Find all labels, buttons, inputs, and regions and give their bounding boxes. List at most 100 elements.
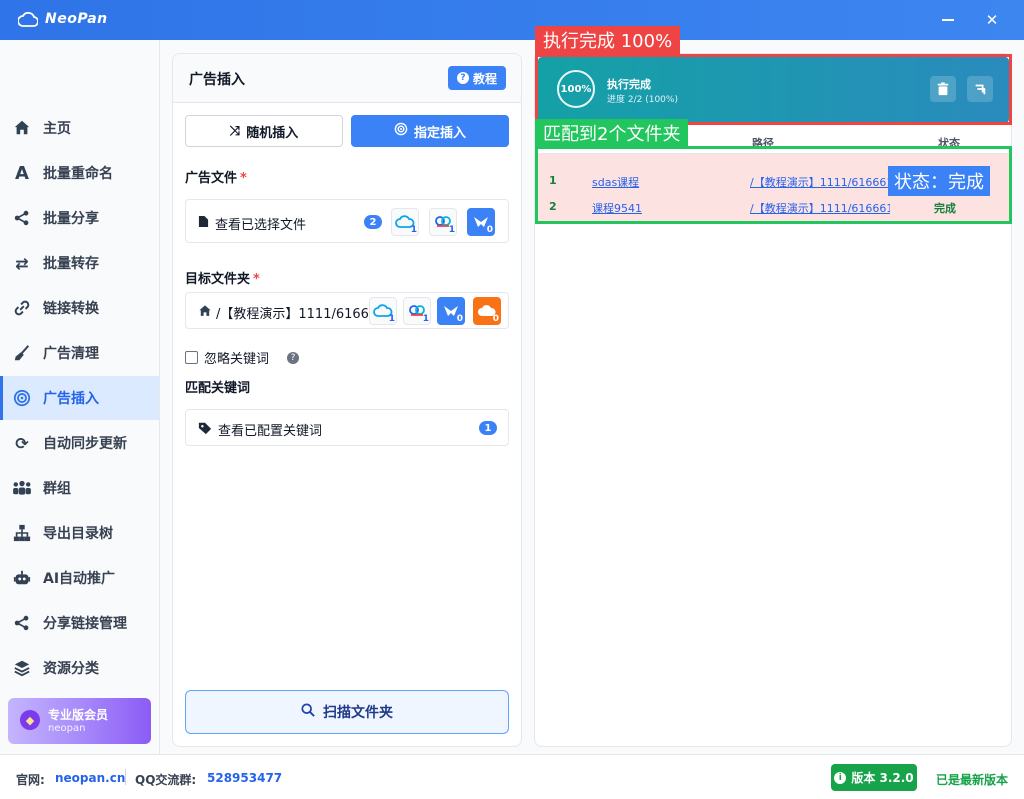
baidu-drive-button[interactable]: 1 bbox=[429, 208, 457, 236]
reset-button[interactable] bbox=[967, 76, 993, 102]
file-icon bbox=[198, 215, 209, 232]
folder-path-link[interactable]: /【教程演示】1111/616661a/sdas课程 bbox=[750, 174, 890, 190]
tutorial-button[interactable]: ? 教程 bbox=[448, 66, 506, 90]
minimize-button[interactable] bbox=[937, 9, 959, 31]
tree-icon bbox=[12, 523, 32, 543]
search-icon bbox=[301, 703, 315, 721]
version-label: 版本 3.2.0 bbox=[851, 771, 914, 785]
sidebar-item-label: 分享链接管理 bbox=[43, 616, 127, 632]
rotate-icon bbox=[975, 84, 986, 95]
tag-icon bbox=[198, 421, 212, 439]
ignore-keywords-checkbox[interactable] bbox=[185, 351, 198, 364]
sidebar-item-ad-clean[interactable]: 广告清理 bbox=[0, 331, 159, 375]
cloud-drive-button[interactable]: 1 bbox=[369, 297, 397, 325]
sidebar-item-share-manage[interactable]: 分享链接管理 bbox=[0, 601, 159, 645]
selected-count-badge: 2 bbox=[364, 215, 382, 229]
tutorial-label: 教程 bbox=[472, 71, 497, 86]
blue-drive-button[interactable]: 0 bbox=[467, 208, 495, 236]
keywords-count-badge: 1 bbox=[479, 421, 497, 435]
match-keywords-label: 匹配关键词 bbox=[185, 381, 251, 396]
shuffle-icon: ⤨ bbox=[229, 123, 241, 139]
website-link[interactable]: neopan.cn bbox=[55, 771, 125, 785]
sidebar-item-label: 自动同步更新 bbox=[43, 436, 127, 452]
broom-icon bbox=[12, 343, 32, 363]
sidebar-item-ad-insert[interactable]: 广告插入 bbox=[0, 376, 159, 420]
view-keywords-label: 查看已配置关键词 bbox=[218, 424, 323, 439]
progress-title: 执行完成 bbox=[607, 78, 651, 91]
robot-icon bbox=[12, 568, 32, 588]
progress-ring: 100% bbox=[557, 70, 595, 108]
match-keywords-selector[interactable]: 查看已配置关键词 1 bbox=[185, 409, 509, 446]
sidebar-item-ai-promo[interactable]: AI自动推广 bbox=[0, 556, 159, 600]
qq-group-number[interactable]: 528953477 bbox=[207, 771, 282, 785]
sidebar-item-resource-category[interactable]: 资源分类 bbox=[0, 646, 159, 690]
latest-version-text: 已是最新版本 bbox=[936, 773, 1009, 787]
help-icon[interactable]: ? bbox=[287, 351, 300, 364]
ad-file-section-label: 广告文件 * bbox=[185, 167, 247, 186]
link-icon bbox=[12, 298, 32, 318]
sidebar-item-home[interactable]: 主页 bbox=[0, 106, 159, 150]
random-insert-button[interactable]: ⤨ 随机插入 bbox=[185, 115, 343, 147]
sidebar-item-label: 导出目录树 bbox=[43, 526, 113, 542]
home-icon bbox=[198, 304, 212, 322]
sidebar-item-link-convert[interactable]: 链接转换 bbox=[0, 286, 159, 330]
share-icon bbox=[12, 613, 32, 633]
sidebar-item-label: AI自动推广 bbox=[43, 571, 116, 587]
version-badge[interactable]: i 版本 3.2.0 bbox=[831, 764, 917, 791]
view-selected-files[interactable]: 查看已选择文件 bbox=[198, 214, 306, 233]
row-status: 完成 bbox=[934, 202, 956, 215]
sidebar-item-label: 广告清理 bbox=[43, 346, 99, 362]
table-row: 2 课程9541 /【教程演示】1111/616661a/课程9541 完成 bbox=[538, 194, 1009, 220]
ignore-keywords-label: 忽略关键词 bbox=[204, 352, 270, 367]
ad-file-selector[interactable]: 查看已选择文件 2 1 1 0 bbox=[185, 199, 509, 243]
fixed-insert-label: 指定插入 bbox=[413, 125, 466, 141]
cloud-count: 0 bbox=[456, 314, 463, 324]
minimize-icon bbox=[942, 19, 954, 21]
blue-drive-button[interactable]: 0 bbox=[437, 297, 465, 325]
sidebar-item-label: 批量分享 bbox=[43, 211, 99, 227]
sync-icon: ⟳ bbox=[15, 433, 29, 453]
info-icon: i bbox=[834, 771, 847, 784]
transfer-icon: ⇄ bbox=[15, 253, 29, 273]
folder-name-link[interactable]: 课程9541 bbox=[592, 200, 642, 216]
scan-folder-button[interactable]: 扫描文件夹 bbox=[185, 690, 509, 734]
close-button[interactable]: ✕ bbox=[981, 9, 1003, 31]
target-folder-section-label: 目标文件夹 * bbox=[185, 268, 260, 287]
folder-name-link[interactable]: sdas课程 bbox=[592, 174, 639, 190]
sidebar-item-transfer[interactable]: ⇄ 批量转存 bbox=[0, 241, 159, 285]
trash-icon bbox=[937, 82, 949, 96]
pro-title: 专业版会员 bbox=[48, 708, 109, 722]
home-icon bbox=[12, 118, 32, 138]
orange-drive-button[interactable]: 0 bbox=[473, 297, 501, 325]
row-index: 1 bbox=[549, 174, 557, 187]
required-mark: * bbox=[253, 272, 260, 287]
panel-header: 广告插入 ? 教程 bbox=[173, 54, 521, 103]
sidebar-item-auto-sync[interactable]: ⟳ 自动同步更新 bbox=[0, 421, 159, 465]
ad-insert-panel: 广告插入 ? 教程 ⤨ 随机插入 指定插入 广告文件 * 查看已选择文件 2 1 … bbox=[172, 53, 522, 747]
sidebar-item-rename[interactable]: A 批量重命名 bbox=[0, 151, 159, 195]
sidebar-item-label: 主页 bbox=[43, 121, 71, 137]
sidebar: 主页 A 批量重命名 批量分享 ⇄ 批量转存 链接转换 广告清理 广告插入 ⟳ … bbox=[0, 40, 160, 754]
clear-button[interactable] bbox=[930, 76, 956, 102]
cloud-drive-button[interactable]: 1 bbox=[391, 208, 419, 236]
ad-file-label: 广告文件 bbox=[185, 171, 238, 186]
target-folder-path[interactable]: /【教程演示】1111/616661a/ bbox=[198, 303, 373, 322]
diamond-icon: ◆ bbox=[20, 710, 40, 730]
sidebar-item-label: 广告插入 bbox=[43, 391, 99, 407]
question-icon: ? bbox=[456, 72, 469, 84]
fixed-insert-button[interactable]: 指定插入 bbox=[351, 115, 509, 147]
folder-path-link[interactable]: /【教程演示】1111/616661a/课程9541 bbox=[750, 200, 890, 216]
app-logo-icon bbox=[17, 11, 39, 29]
app-name: NeoPan bbox=[45, 11, 108, 27]
sidebar-item-export-tree[interactable]: 导出目录树 bbox=[0, 511, 159, 555]
panel-title: 广告插入 bbox=[189, 72, 245, 88]
baidu-drive-button[interactable]: 1 bbox=[403, 297, 431, 325]
sidebar-item-group[interactable]: 群组 bbox=[0, 466, 159, 510]
target-icon bbox=[12, 388, 32, 408]
title-bar: NeoPan ✕ bbox=[0, 0, 1024, 40]
layers-icon bbox=[12, 658, 32, 678]
pro-membership-card[interactable]: ◆ 专业版会员 neopan bbox=[8, 698, 151, 744]
view-keywords[interactable]: 查看已配置关键词 bbox=[198, 420, 322, 439]
target-folder-selector[interactable]: /【教程演示】1111/616661a/ 1 1 0 0 bbox=[185, 292, 509, 329]
sidebar-item-share[interactable]: 批量分享 bbox=[0, 196, 159, 240]
